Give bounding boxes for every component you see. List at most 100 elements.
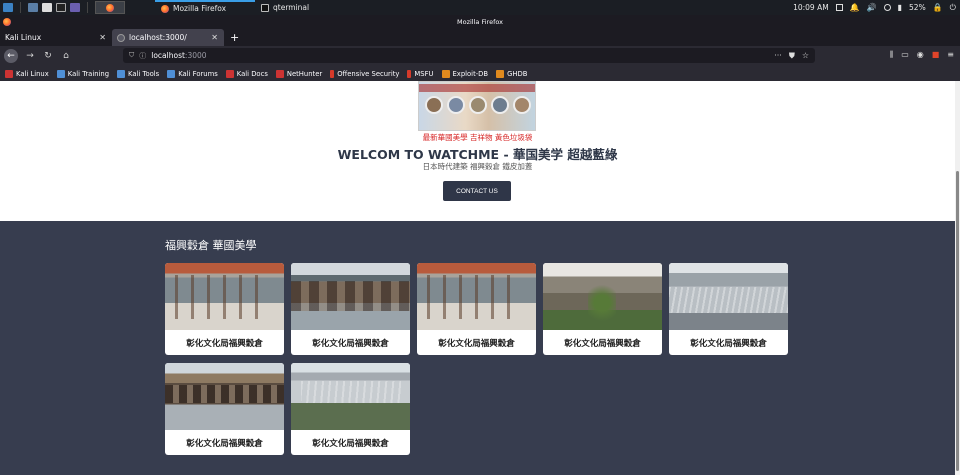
taskbar-divider [87,2,88,13]
url-bar[interactable]: ⛉ ⓘ localhost:3000 ··· ⛊ ☆ [123,48,815,63]
back-button[interactable]: ← [4,49,18,63]
kali-icon [5,69,13,78]
kali-training-icon [56,69,65,78]
battery-icon[interactable]: ▮ [898,3,902,12]
show-desktop-icon[interactable] [28,3,38,12]
network-icon[interactable] [883,4,891,11]
card-photo [669,263,788,330]
clock[interactable]: 10:09 AM [793,3,829,12]
window-title: Mozilla Firefox [457,18,503,26]
power-icon[interactable]: ⏻ [950,3,956,13]
contact-us-button[interactable]: CONTACT US [443,181,511,201]
gallery-card[interactable]: 彰化文化局福興穀倉 [165,263,284,355]
ghdb-icon [496,69,505,78]
card-photo [165,263,284,330]
tracking-shield-icon[interactable]: ⛉ [129,51,134,60]
workspace-button[interactable] [95,1,125,14]
card-caption: 彰化文化局福興穀倉 [186,338,263,349]
bookmark-label: Kali Forums [178,69,218,78]
bookmark-offensive-security[interactable]: Offensive Security [330,69,399,78]
display-icon[interactable] [835,4,843,11]
kali-menu-icon[interactable] [3,3,13,12]
bookmark-label: MSFU [414,69,434,78]
firefox-icon [3,18,11,26]
reload-button[interactable]: ↻ [42,51,54,61]
gallery-card[interactable]: 彰化文化局福興穀倉 [417,263,536,355]
bookmark-kali-docs[interactable]: Kali Docs [225,69,268,78]
firefox-icon [161,4,169,13]
taskbar-window-label: Mozilla Firefox [173,4,227,13]
bookmark-label: Kali Training [67,69,110,78]
offsec-icon [330,69,335,78]
browser-launcher-icon[interactable] [70,3,80,12]
notification-icon[interactable]: 🔔 [850,3,860,12]
bookmark-nethunter[interactable]: NetHunter [275,69,322,78]
home-button[interactable]: ⌂ [60,51,72,61]
bookmark-label: Exploit-DB [452,69,489,78]
gallery-card[interactable]: 彰化文化局福興穀倉 [669,263,788,355]
gallery-card[interactable]: 彰化文化局福興穀倉 [543,263,662,355]
bookmark-label: Kali Docs [236,69,268,78]
close-tab-icon[interactable]: ✕ [99,33,106,42]
scrollbar-thumb[interactable] [956,171,959,471]
extension-icon[interactable]: ■ [932,50,940,60]
poster-image [418,81,536,131]
gallery-title: 福興穀倉 華國美學 [165,239,257,252]
bookmark-star-icon[interactable]: ☆ [802,51,809,61]
lock-icon[interactable]: 🔒 [933,3,943,12]
firefox-icon [106,3,114,12]
bookmark-msfu[interactable]: MSFU [407,69,434,78]
exploitdb-icon [441,69,450,78]
menu-icon[interactable]: ≡ [947,50,954,60]
tab-label: localhost:3000/ [129,33,187,42]
gallery-card[interactable]: 彰化文化局福興穀倉 [165,363,284,455]
close-tab-icon[interactable]: ✕ [211,33,218,42]
window-titlebar: Mozilla Firefox [0,15,960,29]
taskbar-divider [20,2,21,13]
bookmark-ghdb[interactable]: GHDB [496,69,528,78]
bookmark-kali-linux[interactable]: Kali Linux [5,69,49,78]
bookmark-label: GHDB [507,69,528,78]
nethunter-icon [275,69,284,78]
taskbar-window-firefox[interactable]: Mozilla Firefox [155,0,255,15]
msfu-icon [407,69,412,78]
bookmark-kali-training[interactable]: Kali Training [56,69,110,78]
forward-button[interactable]: → [24,51,36,61]
bookmark-exploit-db[interactable]: Exploit-DB [441,69,489,78]
new-tab-button[interactable]: + [230,31,239,44]
card-caption: 彰化文化局福興穀倉 [312,338,389,349]
terminal-icon [261,3,269,12]
os-taskbar: Mozilla Firefox qterminal 10:09 AM 🔔 🔊 ▮… [0,0,960,15]
battery-percent: 52% [909,3,926,12]
gallery-card[interactable]: 彰化文化局福興穀倉 [291,263,410,355]
bookmark-kali-tools[interactable]: Kali Tools [117,69,160,78]
bookmark-kali-forums[interactable]: Kali Forums [167,69,218,78]
url-text: localhost:3000 [151,51,206,60]
hero-subtitle: 日本時代建築 福興穀倉 鐵皮加蓋 [422,162,533,171]
terminal-icon[interactable] [56,3,66,12]
kali-tools-icon [117,69,126,78]
page-scrollbar[interactable] [955,81,960,475]
bookmark-label: Kali Tools [128,69,160,78]
kali-docs-icon [225,69,234,78]
kali-forums-icon [167,69,176,78]
account-icon[interactable]: ◉ [917,50,924,60]
site-info-icon[interactable]: ⓘ [139,51,146,61]
gallery-card[interactable]: 彰化文化局福興穀倉 [291,363,410,455]
card-photo [291,363,410,430]
sidebar-icon[interactable]: ▭ [901,50,909,60]
card-photo [165,363,284,430]
card-caption: 彰化文化局福興穀倉 [564,338,641,349]
page-actions-icon[interactable]: ··· [774,51,782,61]
card-caption: 彰化文化局福興穀倉 [690,338,767,349]
volume-icon[interactable]: 🔊 [867,3,877,12]
card-photo [543,263,662,330]
tab-kali-linux[interactable]: Kali Linux ✕ [0,29,112,46]
card-photo [291,263,410,330]
library-icon[interactable]: ⫼ [890,50,894,60]
file-manager-icon[interactable] [42,3,52,12]
pocket-icon[interactable]: ⛊ [789,51,795,61]
taskbar-window-terminal[interactable]: qterminal [255,0,315,15]
tab-localhost[interactable]: localhost:3000/ ✕ [112,29,224,46]
card-photo [417,263,536,330]
